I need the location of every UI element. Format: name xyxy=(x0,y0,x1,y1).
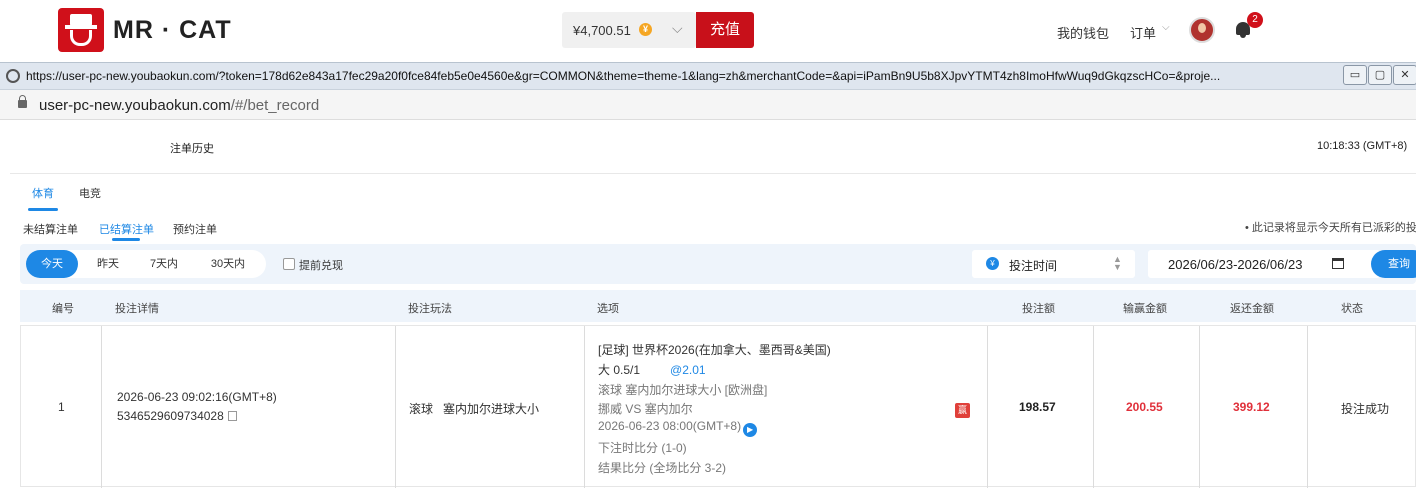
tab-active-indicator xyxy=(28,208,58,211)
tab-unsettled[interactable]: 未结算注单 xyxy=(23,221,78,237)
filter-today[interactable]: 今天 xyxy=(26,250,78,278)
col-bet-detail: 投注详情 xyxy=(115,303,159,315)
divider xyxy=(1199,326,1200,488)
play-video-icon[interactable]: ▶ xyxy=(743,423,758,437)
chevron-down-icon: ⌵ xyxy=(672,20,683,36)
address-url[interactable]: user-pc-new.youbaokun.com/#/bet_record xyxy=(39,97,319,114)
league-name: [足球] 世界杯2026(在加拿大、墨西哥&美国) xyxy=(598,343,831,357)
brand-name[interactable]: MR · CAT xyxy=(113,16,232,45)
pick: 大 0.5/1 xyxy=(598,363,641,377)
balance-selector[interactable]: ¥4,700.51 ¥ ⌵ xyxy=(562,12,696,48)
tab-scheduled[interactable]: 预约注单 xyxy=(173,221,217,237)
col-return: 返还金额 xyxy=(1230,303,1274,315)
final-score: 结果比分 (全场比分 3-2) xyxy=(598,461,727,475)
stake-amount: 198.57 xyxy=(1019,400,1056,414)
kickoff-time: 2026-06-23 08:00(GMT+8) xyxy=(598,419,742,433)
filter-yesterday[interactable]: 昨天 xyxy=(82,250,134,278)
browser-icon xyxy=(6,69,20,83)
divider xyxy=(1307,326,1308,488)
bet-record-page: 注单历史 10:18:33 (GMT+8) 体育 电竞 未结算注单 已结算注单 … xyxy=(0,120,1416,497)
col-status: 状态 xyxy=(1341,303,1363,315)
col-number: 编号 xyxy=(52,303,74,315)
divider xyxy=(584,326,585,488)
market-name: 滚球 塞内加尔进球大小 [欧洲盘] xyxy=(598,383,768,397)
filter-bar: 今天 昨天 7天内 30天内 提前兑现 ¥ 投注时间 ▲ ▼ 2026/06/23… xyxy=(20,244,1416,284)
filter-30days[interactable]: 30天内 xyxy=(198,250,258,278)
popup-title-bar: https://user-pc-new.youbaokun.com/?token… xyxy=(0,62,1416,90)
date-range-value: 2026/06/23-2026/06/23 xyxy=(1168,257,1303,272)
order-id: 5346529609734028 xyxy=(117,409,224,423)
chevron-down-icon[interactable]: ⌵ xyxy=(1162,22,1170,33)
pick-line: 大 0.5/1 @2.01 xyxy=(598,361,706,378)
divider xyxy=(101,326,102,488)
wallet-link[interactable]: 我的钱包 xyxy=(1057,23,1109,42)
sort-select-value: 投注时间 xyxy=(1009,259,1058,273)
play-type: 滚球 塞内加尔进球大小 xyxy=(409,402,540,416)
date-range-input[interactable]: 2026/06/23-2026/06/23 xyxy=(1148,250,1380,278)
query-button[interactable]: 查询 xyxy=(1371,250,1416,278)
early-cashout-label[interactable]: 提前兑现 xyxy=(299,257,343,273)
lock-icon xyxy=(18,95,27,108)
day-filter-group: 今天 昨天 7天内 30天内 xyxy=(26,250,266,278)
currency-icon: ¥ xyxy=(986,257,999,270)
divider xyxy=(395,326,396,488)
early-cashout-checkbox[interactable] xyxy=(283,258,295,270)
close-button[interactable]: ✕ xyxy=(1393,65,1416,85)
popup-url: https://user-pc-new.youbaokun.com/?token… xyxy=(26,69,1221,83)
subtab-active-indicator xyxy=(112,238,140,241)
address-bar[interactable]: user-pc-new.youbaokun.com/#/bet_record xyxy=(0,90,1416,120)
address-path: /#/bet_record xyxy=(230,97,320,114)
page-title: 注单历史 xyxy=(170,143,214,155)
address-domain: user-pc-new.youbaokun.com xyxy=(39,97,231,114)
avatar[interactable] xyxy=(1189,17,1215,43)
brand-logo-icon[interactable] xyxy=(58,8,104,52)
coin-icon: ¥ xyxy=(639,23,652,36)
match-teams: 挪威 VS 塞内加尔 xyxy=(598,402,693,416)
col-play-type: 投注玩法 xyxy=(408,303,452,315)
bet-time-score: 下注时比分 (1-0) xyxy=(598,441,687,455)
filter-7days[interactable]: 7天内 xyxy=(138,250,190,278)
divider xyxy=(10,173,1416,174)
status-badge: 投注成功 xyxy=(1341,402,1390,416)
tab-esports[interactable]: 电竞 xyxy=(79,185,101,201)
sort-select[interactable]: ¥ 投注时间 ▲ ▼ xyxy=(972,250,1135,278)
return-amount: 399.12 xyxy=(1233,400,1270,414)
window-controls: ▭ ▢ ✕ xyxy=(1343,65,1416,87)
tab-sports[interactable]: 体育 xyxy=(32,185,54,201)
table-row: 1 2026-06-23 09:02:16(GMT+8) 53465296097… xyxy=(20,325,1416,488)
sort-arrows-icon: ▲ ▼ xyxy=(1113,254,1122,272)
win-loss-amount: 200.55 xyxy=(1126,400,1163,414)
order-id-cell: 5346529609734028 xyxy=(117,409,237,423)
recharge-button[interactable]: 充值 xyxy=(696,12,754,48)
row-number: 1 xyxy=(58,400,65,414)
record-note: • 此记录将显示今天所有已派彩的投 xyxy=(1245,222,1416,234)
balance-amount: ¥4,700.51 xyxy=(573,23,631,38)
divider xyxy=(1093,326,1094,488)
col-stake: 投注额 xyxy=(1022,303,1055,315)
divider xyxy=(987,326,988,488)
calendar-icon[interactable] xyxy=(1332,258,1344,269)
minimize-button[interactable]: ▭ xyxy=(1343,65,1367,85)
table-header: 编号 投注详情 投注玩法 选项 投注额 输赢金额 返还金额 状态 xyxy=(20,290,1416,322)
top-header: MR · CAT ¥4,700.51 ¥ ⌵ 充值 我的钱包 订单 ⌵ 2 xyxy=(0,0,1416,62)
copy-icon[interactable] xyxy=(227,411,237,421)
tab-settled[interactable]: 已结算注单 xyxy=(99,221,154,237)
maximize-button[interactable]: ▢ xyxy=(1368,65,1392,85)
kickoff-line: 2026-06-23 08:00(GMT+8) ▶ xyxy=(598,419,758,437)
server-clock: 10:18:33 (GMT+8) xyxy=(1317,140,1408,152)
bet-time: 2026-06-23 09:02:16(GMT+8) xyxy=(117,390,277,404)
col-win-loss: 输赢金额 xyxy=(1123,303,1167,315)
odds: @2.01 xyxy=(670,363,706,377)
notification-badge: 2 xyxy=(1247,12,1263,28)
orders-menu[interactable]: 订单 xyxy=(1130,23,1156,42)
col-option: 选项 xyxy=(597,303,619,315)
win-badge: 赢 xyxy=(955,403,970,418)
